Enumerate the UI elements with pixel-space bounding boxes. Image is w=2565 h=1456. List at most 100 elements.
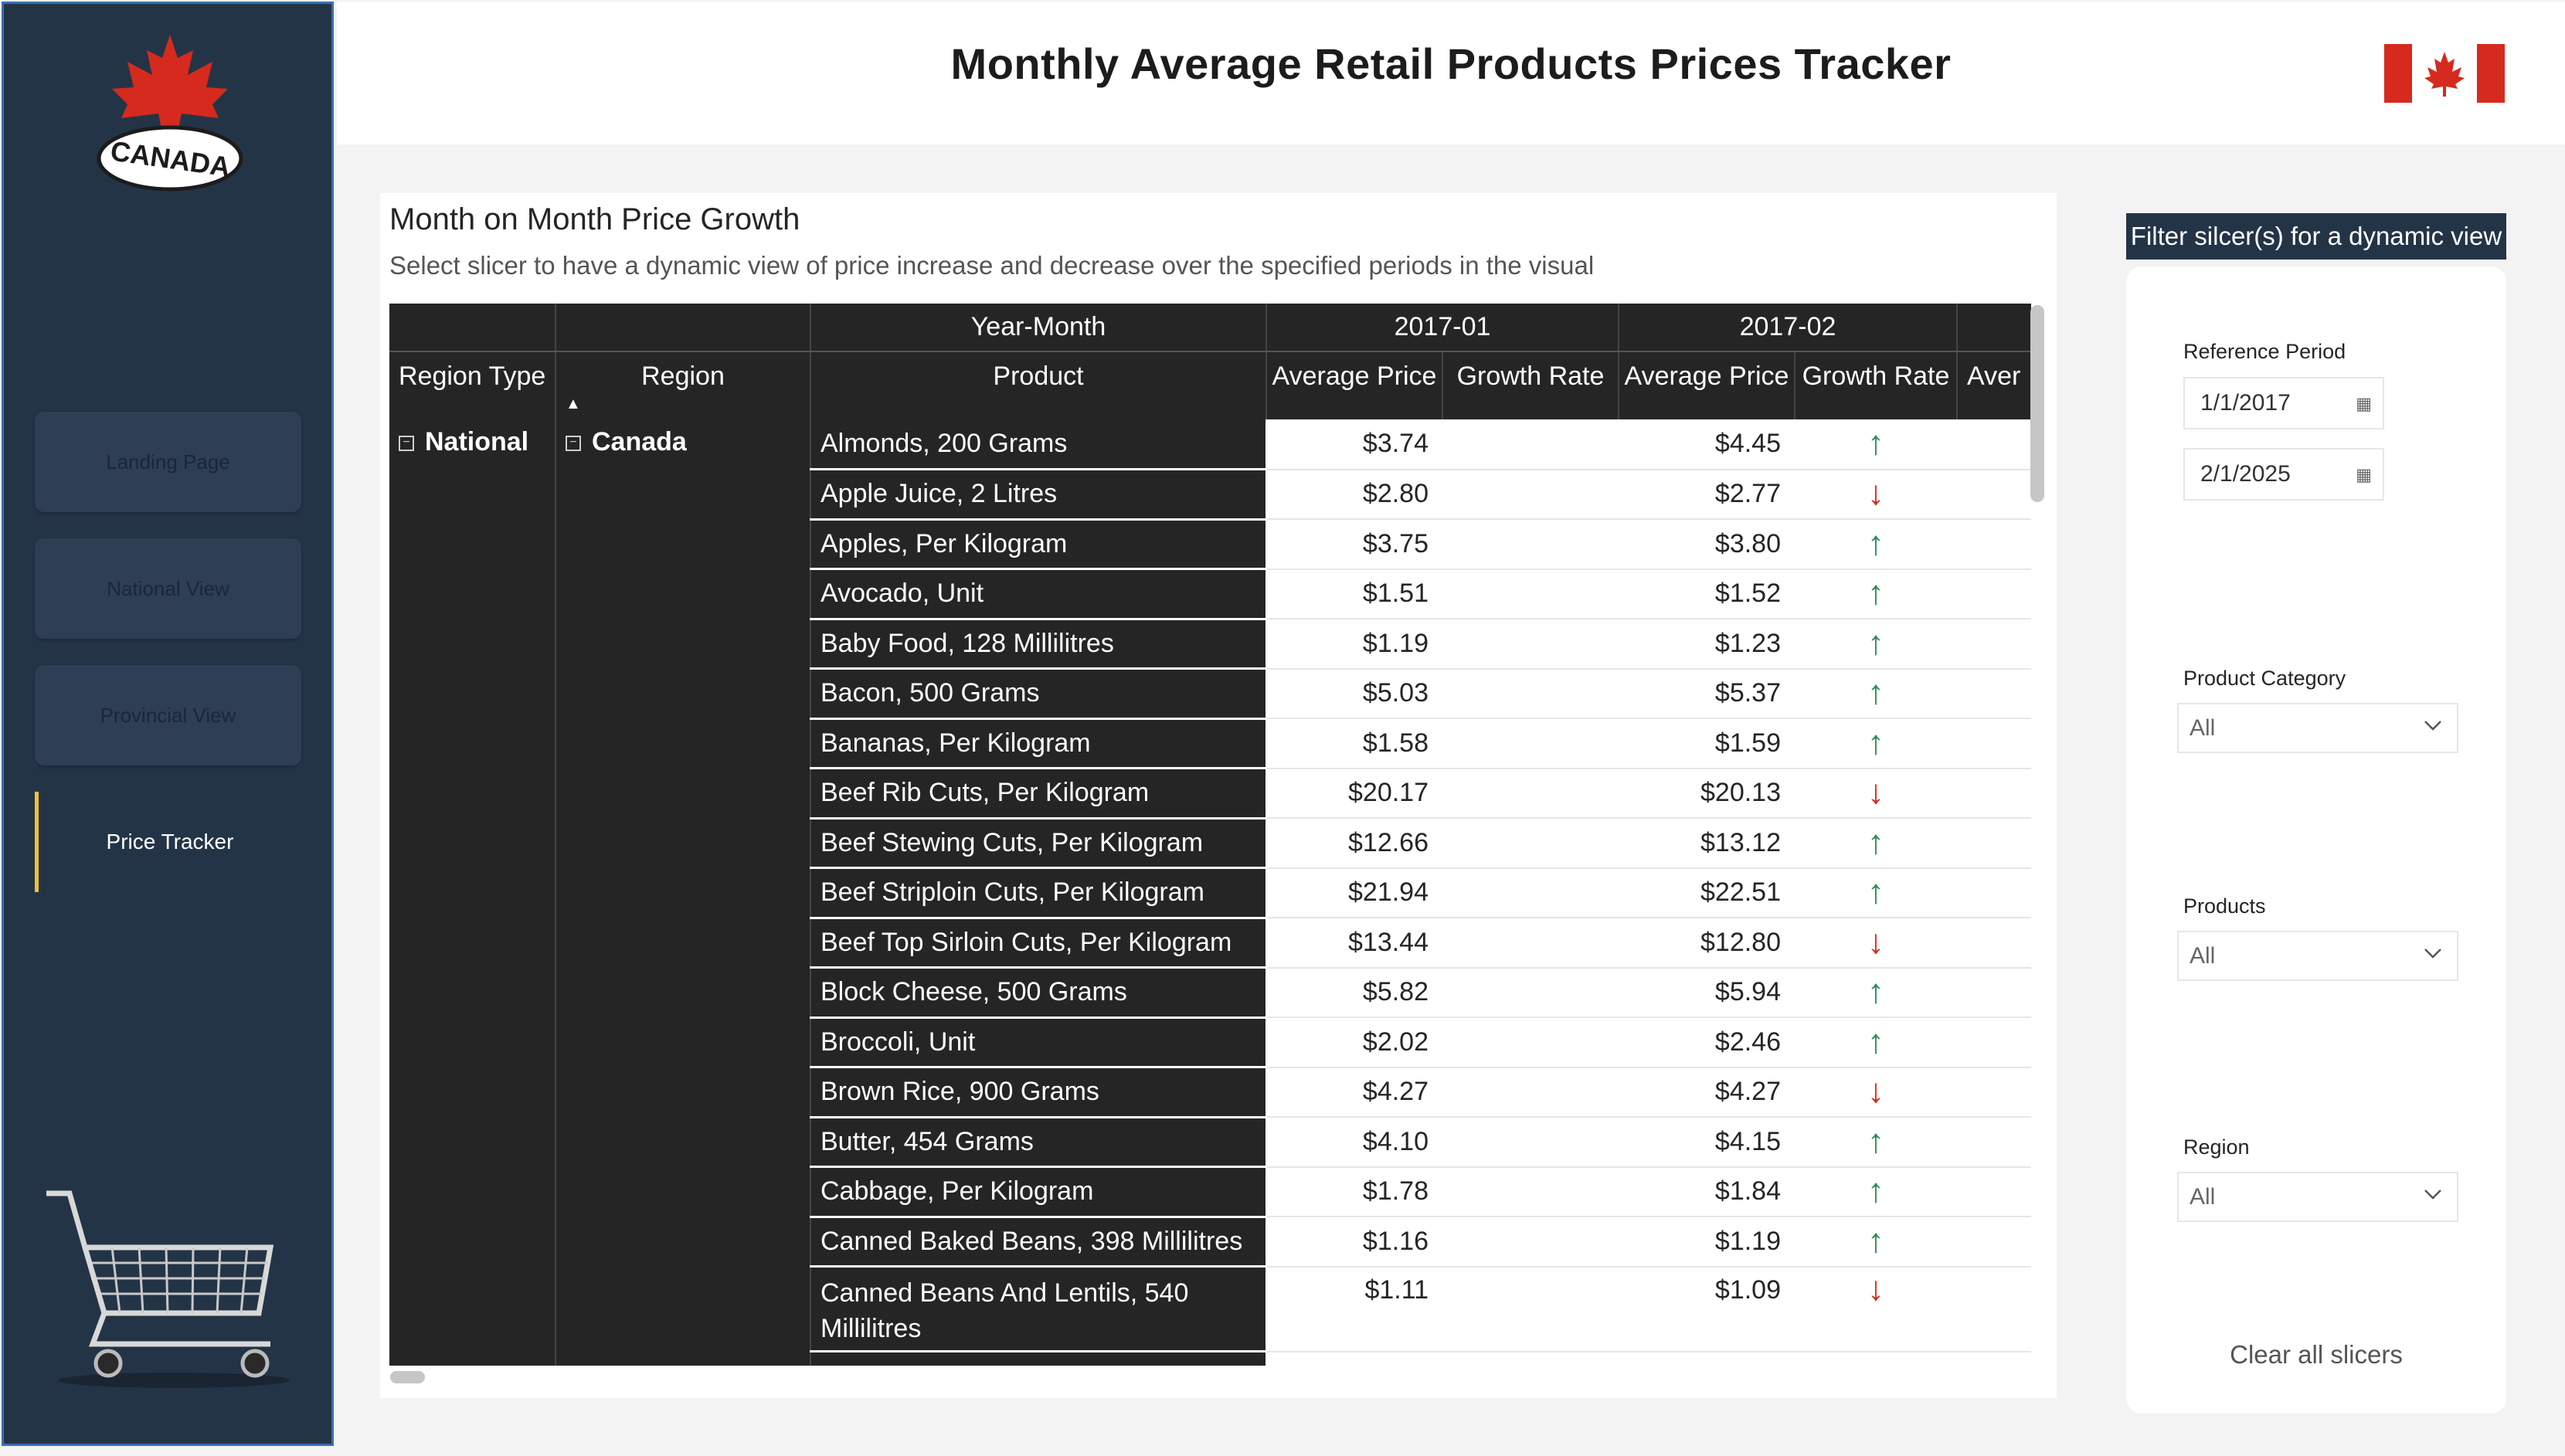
- shopping-cart-icon: [46, 1190, 290, 1388]
- avg-price-cell: $13.12: [1619, 818, 1795, 869]
- period-header-next: [1957, 304, 2031, 352]
- avg-price-cell: $4.15: [1619, 1117, 1795, 1168]
- avg-price-cell: $1.19: [1266, 619, 1442, 670]
- collapse-icon[interactable]: −: [399, 436, 414, 451]
- col-group-label: Year-Month: [810, 304, 1267, 352]
- header-average-price[interactable]: Average Price: [1619, 351, 1795, 419]
- region-dropdown[interactable]: All: [2177, 1172, 2458, 1222]
- growth-rate-cell: ↓: [1795, 918, 1957, 969]
- growth-rate-cell: [1442, 668, 1619, 719]
- product-category-dropdown[interactable]: All: [2177, 703, 2458, 753]
- arrow-up-icon: ↑: [1867, 674, 1884, 712]
- growth-rate-cell: ↑: [1795, 967, 1957, 1018]
- avg-price-cell: $3.75: [1266, 519, 1442, 570]
- row-header-region[interactable]: − Canada: [555, 419, 811, 1366]
- growth-rate-cell: [1442, 619, 1619, 670]
- matrix-table: Year-Month 2017-01 2017-02 Region Type R…: [389, 304, 2031, 1366]
- nav-landing-page[interactable]: Landing Page: [35, 412, 301, 512]
- truncated-cell: [1957, 1117, 2031, 1168]
- dropdown-value: All: [2190, 942, 2216, 969]
- period-header-2017-01[interactable]: 2017-01: [1266, 304, 1619, 352]
- dropdown-value: All: [2190, 714, 2216, 741]
- period-header-2017-02[interactable]: 2017-02: [1619, 304, 1958, 352]
- truncated-cell: [1957, 918, 2031, 969]
- start-date-value: 1/1/2017: [2200, 390, 2291, 416]
- avg-price-cell: $1.11: [1266, 1266, 1442, 1352]
- calendar-icon[interactable]: ▦: [2356, 394, 2372, 414]
- canada-flag-icon: [2384, 44, 2505, 103]
- growth-rate-cell: [1442, 818, 1619, 869]
- nav-national-view[interactable]: National View: [35, 538, 301, 639]
- growth-rate-cell: [1442, 1217, 1619, 1268]
- header-average-price[interactable]: Average Price: [1266, 351, 1443, 419]
- truncated-cell: [1957, 419, 2031, 470]
- growth-rate-cell: [1442, 867, 1619, 918]
- avg-price-cell: $5.82: [1266, 967, 1442, 1018]
- clear-all-slicers-button[interactable]: Clear all slicers: [2126, 1340, 2506, 1369]
- header-region-label: Region: [641, 361, 725, 391]
- growth-rate-cell: ↑: [1795, 668, 1957, 719]
- nav-label: Price Tracker: [106, 830, 234, 854]
- calendar-icon[interactable]: ▦: [2356, 465, 2372, 485]
- growth-rate-cell: ↑: [1795, 1166, 1957, 1217]
- header-growth-rate[interactable]: Growth Rate: [1442, 351, 1619, 419]
- dropdown-value: All: [2190, 1183, 2216, 1210]
- row-header-region-type[interactable]: − National: [389, 419, 556, 1366]
- header-product[interactable]: Product: [810, 351, 1267, 419]
- arrow-up-icon: ↑: [1867, 823, 1884, 861]
- end-date-input[interactable]: 2/1/2025 ▦: [2183, 448, 2384, 501]
- header-region[interactable]: Region ▲: [555, 351, 811, 419]
- nav-price-tracker[interactable]: Price Tracker: [35, 792, 301, 892]
- chevron-down-icon: [2424, 1190, 2441, 1200]
- product-cell: Beef Top Sirloin Cuts, Per Kilogram: [810, 918, 1267, 969]
- growth-rate-cell: [1442, 1117, 1619, 1168]
- truncated-cell: [1957, 619, 2031, 670]
- nav-label: Provincial View: [100, 703, 236, 727]
- header-growth-rate[interactable]: Growth Rate: [1795, 351, 1958, 419]
- avg-price-cell: $2.80: [1266, 469, 1442, 520]
- collapse-icon[interactable]: −: [566, 436, 581, 451]
- arrow-up-icon: ↑: [1867, 1221, 1884, 1260]
- growth-rate-cell: ↑: [1795, 619, 1957, 670]
- truncated-cell: [1957, 519, 2031, 570]
- avg-price-cell: $13.44: [1266, 918, 1442, 969]
- nav-provincial-view[interactable]: Provincial View: [35, 665, 301, 765]
- product-cell: Butter, 454 Grams: [810, 1117, 1267, 1168]
- avg-price-cell: $1.52: [1619, 568, 1795, 619]
- arrow-up-icon: ↑: [1867, 1122, 1884, 1160]
- visual-title: Month on Month Price Growth: [389, 202, 800, 236]
- price-growth-visual: Month on Month Price Growth Select slice…: [380, 193, 2057, 1398]
- product-cell: Beef Striploin Cuts, Per Kilogram: [810, 867, 1267, 919]
- product-cell: Broccoli, Unit: [810, 1017, 1267, 1068]
- avg-price-cell: [1619, 1351, 1795, 1366]
- products-label: Products: [2183, 894, 2266, 918]
- arrow-up-icon: ↑: [1867, 1022, 1884, 1061]
- avg-price-cell: $2.77: [1619, 469, 1795, 520]
- chevron-down-icon: [2424, 949, 2441, 959]
- arrow-down-icon: ↓: [1867, 922, 1884, 961]
- truncated-cell: [1957, 967, 2031, 1018]
- price-matrix[interactable]: Year-Month 2017-01 2017-02 Region Type R…: [389, 304, 2031, 1366]
- horizontal-scrollbar[interactable]: [390, 1371, 425, 1383]
- avg-price-cell: $21.94: [1266, 867, 1442, 918]
- product-cell: Apples, Per Kilogram: [810, 519, 1267, 570]
- sort-ascending-icon: ▲: [566, 395, 581, 412]
- chevron-down-icon: [2424, 721, 2441, 731]
- filter-panel-header: Filter silcer(s) for a dynamic view: [2126, 213, 2506, 260]
- visual-subtitle: Select slicer to have a dynamic view of …: [389, 251, 1595, 280]
- truncated-cell: [1957, 1017, 2031, 1068]
- growth-rate-cell: [1442, 469, 1619, 520]
- product-cell: Avocado, Unit: [810, 568, 1267, 620]
- arrow-up-icon: ↑: [1867, 873, 1884, 911]
- vertical-scrollbar[interactable]: [2030, 305, 2044, 502]
- avg-price-cell: $12.80: [1619, 918, 1795, 969]
- product-cell: Baby Food, 128 Millilitres: [810, 619, 1267, 670]
- products-dropdown[interactable]: All: [2177, 931, 2458, 981]
- table-row: − National − Canada Almonds, 200 Grams $3.…: [389, 419, 2031, 1366]
- filter-panel: Reference Period 1/1/2017 ▦ 2/1/2025 ▦ P…: [2126, 266, 2506, 1414]
- truncated-cell: [1957, 768, 2031, 819]
- avg-price-cell: $5.37: [1619, 668, 1795, 719]
- start-date-input[interactable]: 1/1/2017 ▦: [2183, 377, 2384, 429]
- arrow-down-icon: ↓: [1867, 1072, 1884, 1111]
- header-region-type[interactable]: Region Type: [389, 351, 556, 419]
